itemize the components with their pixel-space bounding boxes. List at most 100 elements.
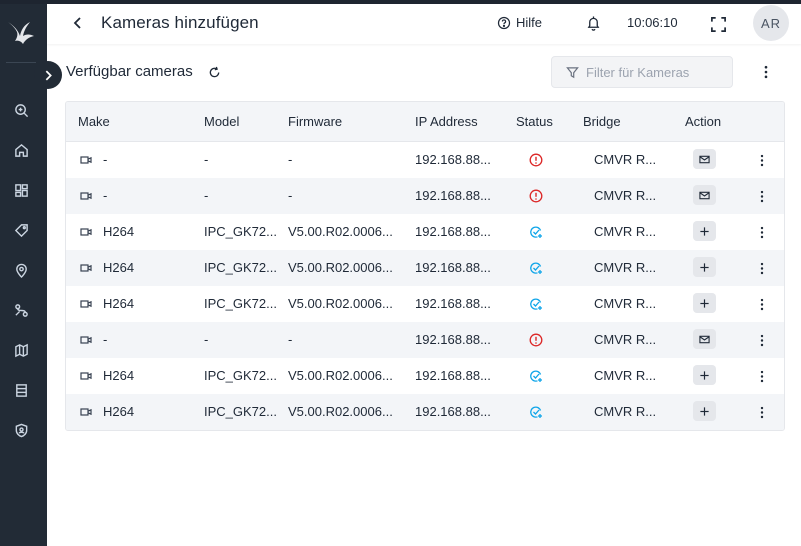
camera-icon	[80, 264, 92, 272]
camera-icon	[80, 408, 92, 416]
shield-user-icon[interactable]	[11, 420, 31, 440]
table-row[interactable]: - - - 192.168.88... CMVR R...	[66, 142, 784, 178]
refresh-icon	[209, 66, 219, 77]
page-header: Kameras hinzufügen Hilfe 10:06:10 AR	[47, 4, 801, 44]
table-row[interactable]: H264 IPC_GK72... V5.00.R02.0006... 192.1…	[66, 394, 784, 430]
cell-firmware: V5.00.R02.0006...	[288, 404, 393, 419]
search-zoom-icon[interactable]	[11, 100, 31, 120]
cell-model: -	[204, 152, 209, 167]
table-row[interactable]: H264 IPC_GK72... V5.00.R02.0006... 192.1…	[66, 214, 784, 250]
notifications-button[interactable]	[584, 13, 602, 33]
cell-ip-address: 192.168.88...	[415, 260, 491, 275]
cell-make: H264	[103, 296, 135, 311]
cell-bridge: CMVR R...	[594, 332, 657, 347]
fullscreen-button[interactable]	[708, 14, 728, 34]
camera-ok-status-icon	[530, 298, 542, 310]
notify-button[interactable]	[693, 329, 716, 349]
help-button[interactable]: Hilfe	[497, 15, 542, 30]
column-header-make[interactable]: Make	[78, 114, 110, 129]
dashboard-icon[interactable]	[11, 180, 31, 200]
camera-icon	[80, 372, 92, 380]
cell-ip-address: 192.168.88...	[415, 332, 491, 347]
sidebar-expand-button[interactable]	[34, 61, 62, 89]
tag-icon[interactable]	[11, 220, 31, 240]
cell-model: IPC_GK72...	[204, 260, 277, 275]
clock-time: 10:06:10	[627, 15, 678, 30]
map-icon[interactable]	[11, 340, 31, 360]
add-camera-button[interactable]	[693, 365, 716, 385]
cell-bridge: CMVR R...	[594, 260, 657, 275]
page-title: Kameras hinzufügen	[101, 13, 259, 32]
cell-make: -	[103, 188, 108, 203]
kebab-menu-icon	[760, 154, 764, 166]
row-menu-button[interactable]	[756, 151, 768, 169]
add-camera-button[interactable]	[693, 293, 716, 313]
row-menu-button[interactable]	[756, 223, 768, 241]
table-row[interactable]: H264 IPC_GK72... V5.00.R02.0006... 192.1…	[66, 358, 784, 394]
cell-ip-address: 192.168.88...	[415, 188, 491, 203]
row-menu-button[interactable]	[756, 331, 768, 349]
cell-firmware: V5.00.R02.0006...	[288, 296, 393, 311]
cell-firmware: V5.00.R02.0006...	[288, 260, 393, 275]
cell-firmware: -	[288, 332, 293, 347]
table-row[interactable]: - - - 192.168.88... CMVR R...	[66, 178, 784, 214]
row-menu-button[interactable]	[756, 259, 768, 277]
camera-ok-status-icon	[530, 226, 542, 238]
user-avatar[interactable]: AR	[753, 5, 789, 41]
kebab-menu-icon	[760, 226, 764, 238]
notify-button[interactable]	[693, 149, 716, 169]
cell-ip-address: 192.168.88...	[415, 224, 491, 239]
cell-model: IPC_GK72...	[204, 404, 277, 419]
home-icon[interactable]	[11, 140, 31, 160]
cell-bridge: CMVR R...	[594, 296, 657, 311]
server-icon[interactable]	[11, 380, 31, 400]
back-button[interactable]	[69, 14, 87, 32]
kebab-menu-icon	[760, 190, 764, 202]
route-icon[interactable]	[11, 300, 31, 320]
row-menu-button[interactable]	[756, 367, 768, 385]
column-header-firmware[interactable]: Firmware	[288, 114, 342, 129]
plus-icon	[700, 226, 709, 236]
chevron-left-icon	[73, 17, 81, 29]
cell-model: IPC_GK72...	[204, 224, 277, 239]
cell-bridge: CMVR R...	[594, 188, 657, 203]
camera-filter-field[interactable]	[551, 56, 733, 88]
camera-ok-status-icon	[530, 406, 542, 418]
column-header-model[interactable]: Model	[204, 114, 239, 129]
column-header-status[interactable]: Status	[516, 114, 553, 129]
error-status-icon	[529, 189, 543, 203]
cell-firmware: -	[288, 152, 293, 167]
row-menu-button[interactable]	[756, 403, 768, 421]
cell-make: H264	[103, 224, 135, 239]
notify-button[interactable]	[693, 185, 716, 205]
kebab-menu-icon	[764, 65, 768, 79]
camera-icon	[80, 228, 92, 236]
camera-icon	[80, 192, 92, 200]
table-row[interactable]: H264 IPC_GK72... V5.00.R02.0006... 192.1…	[66, 250, 784, 286]
location-pin-icon[interactable]	[11, 260, 31, 280]
section-title: Verfügbar cameras	[66, 63, 193, 80]
table-row[interactable]: H264 IPC_GK72... V5.00.R02.0006... 192.1…	[66, 286, 784, 322]
row-menu-button[interactable]	[756, 295, 768, 313]
table-row[interactable]: - - - 192.168.88... CMVR R...	[66, 322, 784, 358]
cell-model: IPC_GK72...	[204, 296, 277, 311]
camera-ok-status-icon	[530, 262, 542, 274]
plus-icon	[700, 406, 709, 416]
cell-model: IPC_GK72...	[204, 368, 277, 383]
more-options-button[interactable]	[758, 63, 774, 81]
refresh-button[interactable]	[207, 65, 221, 79]
filter-funnel-icon	[566, 66, 579, 78]
add-camera-button[interactable]	[693, 221, 716, 241]
column-header-ip-address[interactable]: IP Address	[415, 114, 478, 129]
column-header-bridge[interactable]: Bridge	[583, 114, 621, 129]
filter-input[interactable]	[586, 64, 726, 80]
camera-icon	[80, 156, 92, 164]
add-camera-button[interactable]	[693, 257, 716, 277]
add-camera-button[interactable]	[693, 401, 716, 421]
row-menu-button[interactable]	[756, 187, 768, 205]
cell-model: -	[204, 332, 209, 347]
help-label: Hilfe	[516, 15, 543, 30]
cameras-table: Make Model Firmware IP Address Status Br…	[65, 101, 785, 431]
camera-icon	[80, 336, 92, 344]
fullscreen-icon	[710, 16, 726, 32]
